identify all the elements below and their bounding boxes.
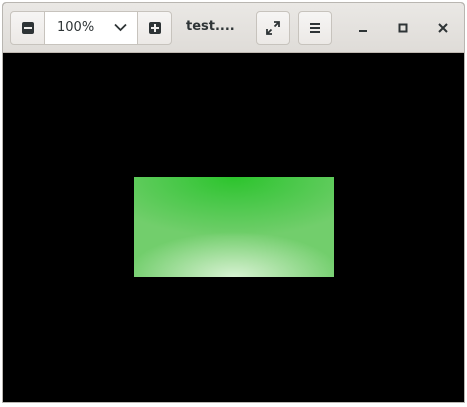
menu-button[interactable] — [298, 11, 332, 45]
zoom-control: 100% — [10, 11, 172, 45]
close-icon — [438, 23, 448, 33]
plus-square-icon — [148, 22, 161, 34]
minus-square-icon — [21, 22, 34, 34]
maximize-icon — [398, 23, 408, 33]
image-viewer-window: 100% test.... — [2, 2, 465, 403]
fullscreen-button[interactable] — [256, 11, 290, 45]
maximize-button[interactable] — [392, 17, 414, 39]
hamburger-menu-icon — [310, 23, 320, 33]
zoom-out-button[interactable] — [11, 12, 45, 44]
chevron-down-icon — [114, 23, 127, 32]
image-canvas[interactable] — [3, 53, 464, 402]
zoom-in-button[interactable] — [137, 12, 171, 44]
zoom-level-value: 100% — [57, 20, 95, 35]
minimize-button[interactable] — [352, 17, 374, 39]
headerbar: 100% test.... — [3, 3, 464, 53]
minimize-icon — [359, 30, 367, 32]
window-title: test.... — [186, 19, 235, 34]
expand-icon — [266, 21, 280, 35]
close-button[interactable] — [432, 17, 454, 39]
zoom-level-dropdown[interactable]: 100% — [45, 12, 137, 44]
displayed-image — [134, 177, 334, 277]
